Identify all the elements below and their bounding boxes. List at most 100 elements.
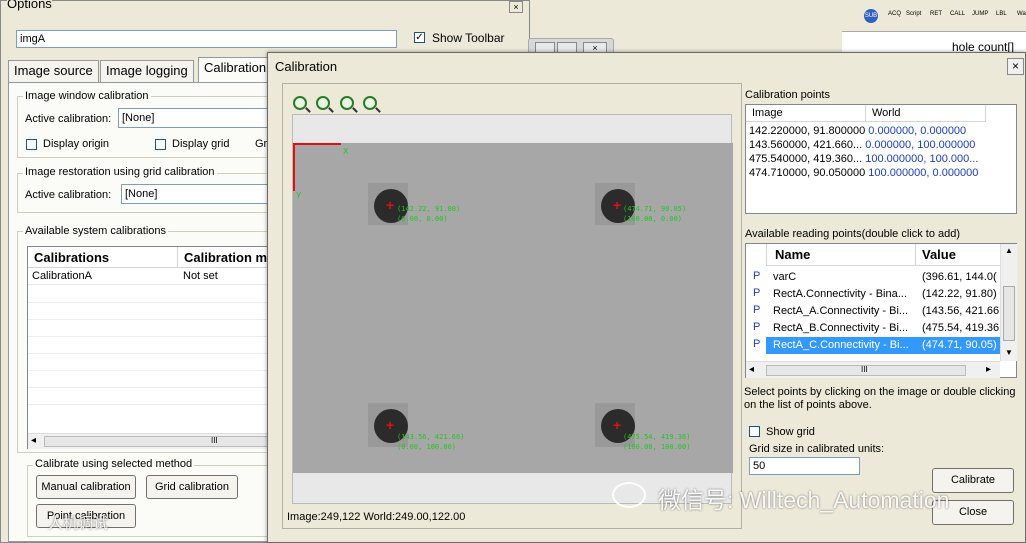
manual-calibration-button[interactable]: Manual calibration — [36, 475, 136, 499]
scroll-thumb[interactable] — [44, 436, 294, 447]
asc-title: Available system calibrations — [23, 225, 169, 237]
row-line — [28, 387, 298, 388]
toolbar-label[interactable]: RET — [930, 11, 942, 17]
options-close-icon[interactable]: × — [509, 1, 523, 13]
reading-name: varC — [773, 271, 797, 283]
row-line — [28, 336, 298, 337]
reading-points-list[interactable]: Name Value P varC (396.61, 144.0( P Rect… — [745, 243, 1017, 378]
status-text: Image:249,122 World:249.00,122.00 — [287, 511, 466, 523]
zoom-out-icon[interactable] — [293, 96, 307, 110]
row-line — [28, 319, 298, 320]
reading-name: RectA_B.Connectivity - Bi... — [773, 322, 909, 334]
tab-image-source[interactable]: Image source — [8, 60, 99, 82]
col-header-value[interactable]: Value — [916, 244, 1000, 266]
vertical-scrollbar[interactable]: ▲ ▼ — [1000, 244, 1017, 361]
zoom-fit-icon[interactable] — [316, 96, 330, 110]
toolbar-label[interactable]: SUB — [864, 9, 878, 23]
col-header-image[interactable]: Image — [746, 105, 866, 122]
zoom-actual-icon[interactable] — [363, 96, 377, 110]
irg-title: Image restoration using grid calibration — [23, 166, 217, 178]
reading-value: (142.22, 91.80) — [922, 288, 997, 300]
col-header-calibrations[interactable]: Calibrations — [28, 247, 178, 268]
x-axis-label: X — [343, 147, 349, 156]
col-header-world[interactable]: World — [866, 105, 986, 122]
point-label: (0.00, 0.00) — [397, 215, 448, 223]
calibration-title: Calibration — [275, 59, 338, 74]
row-line — [28, 302, 298, 303]
bottom-left-watermark: 人机调试 — [48, 515, 109, 532]
point-label: (100.00, 100.00) — [623, 443, 691, 451]
list-item[interactable]: P RectA_B.Connectivity - Bi... (475.54, … — [746, 320, 1000, 337]
scroll-thumb[interactable] — [1003, 286, 1015, 341]
point-label: (474.71, 90.05) — [623, 205, 687, 213]
grid-size-input[interactable]: 50 — [749, 457, 860, 475]
image-name-input[interactable]: imgA — [16, 30, 397, 48]
reading-name: RectA.Connectivity - Bina... — [773, 288, 907, 300]
toolbar-label[interactable]: Script — [906, 11, 921, 17]
point-label: (475.54, 419.36) — [623, 433, 691, 441]
toolbar-label[interactable]: CALL — [950, 11, 965, 17]
point-world: 100.000000, 100.000... — [865, 153, 979, 165]
point-world: 100.000000, 0.000000 — [868, 167, 979, 179]
tab-calibration[interactable]: Calibration — [198, 57, 273, 83]
scroll-up-icon[interactable]: ▲ — [1005, 246, 1013, 255]
points-rows: 142.220000, 91.800000 0.000000, 0.000000… — [749, 125, 1015, 181]
table-row[interactable]: CalibrationA Not set — [28, 268, 298, 285]
show-toolbar-label: Show Toolbar — [432, 31, 505, 45]
point-image: 475.540000, 419.360... — [749, 153, 863, 165]
reading-points-label: Available reading points(double click to… — [745, 228, 961, 240]
scroll-left-icon[interactable]: ◂ — [749, 364, 754, 375]
table-row[interactable]: 474.710000, 90.050000 100.000000, 0.0000… — [749, 167, 1015, 181]
camera-image[interactable]: X Y + (142.22, 91.80) (0.00, 0.00) + (47… — [293, 143, 733, 473]
toolbar-label[interactable]: Wa — [1017, 11, 1026, 17]
crosshair-icon: + — [613, 197, 622, 213]
row-calibration-status: Not set — [183, 270, 218, 282]
calibration-points-list[interactable]: Image World 142.220000, 91.800000 0.0000… — [745, 104, 1017, 214]
calibration-points-label: Calibration points — [745, 89, 830, 101]
display-grid-label: Display grid — [172, 138, 230, 150]
scroll-down-icon[interactable]: ▼ — [1005, 348, 1013, 357]
wechat-icon — [612, 482, 646, 508]
crosshair-icon: + — [613, 417, 622, 433]
zoom-in-icon[interactable] — [340, 96, 354, 110]
grid-calibration-button[interactable]: Grid calibration — [146, 475, 238, 499]
list-item[interactable]: P varC (396.61, 144.0( — [746, 269, 1000, 286]
p-icon: P — [753, 270, 761, 282]
table-row[interactable]: 142.220000, 91.800000 0.000000, 0.000000 — [749, 125, 1015, 139]
background-app: SUB ACQ Script RET CALL JUMP LBL Wa hole… — [842, 0, 1026, 60]
iwc-title: Image window calibration — [23, 90, 151, 102]
image-canvas[interactable]: X Y + (142.22, 91.80) (0.00, 0.00) + (47… — [292, 114, 733, 504]
table-row[interactable]: 143.560000, 421.660... 0.000000, 100.000… — [749, 139, 1015, 153]
reading-value: (475.54, 419.36 — [922, 322, 1000, 334]
help-text: Select points by clicking on the image o… — [744, 386, 1016, 411]
tab-image-logging[interactable]: Image logging — [100, 60, 194, 82]
list-item[interactable]: P RectA_C.Connectivity - Bi... (474.71, … — [746, 337, 1000, 354]
show-grid-checkbox[interactable] — [749, 426, 760, 437]
grid-size-label: Grid size in calibrated units: — [749, 443, 885, 455]
calibrations-list[interactable]: Calibrations Calibration m CalibrationA … — [27, 246, 298, 449]
col-header-name[interactable]: Name — [766, 244, 916, 266]
reading-name: RectA_C.Connectivity - Bi... — [773, 339, 909, 351]
calibration-close-icon[interactable]: × — [1007, 58, 1024, 75]
image-panel: X Y + (142.22, 91.80) (0.00, 0.00) + (47… — [282, 83, 742, 529]
scroll-right-icon[interactable]: ▸ — [986, 364, 991, 375]
display-origin-checkbox[interactable] — [26, 139, 37, 150]
toolbar-label[interactable]: JUMP — [972, 11, 988, 17]
active-calibration-label-2: Active calibration: — [25, 189, 112, 201]
toolbar-label[interactable]: LBL — [996, 11, 1007, 17]
display-grid-checkbox[interactable] — [155, 139, 166, 150]
list-item[interactable]: P RectA.Connectivity - Bina... (142.22, … — [746, 286, 1000, 303]
row-calibration-name: CalibrationA — [32, 270, 92, 282]
table-row[interactable]: 475.540000, 419.360... 100.000000, 100.0… — [749, 153, 1015, 167]
horizontal-scrollbar[interactable]: ◂ III — [28, 433, 298, 449]
y-axis-label: Y — [296, 191, 302, 200]
list-item[interactable]: P RectA_A.Connectivity - Bi... (143.56, … — [746, 303, 1000, 320]
scroll-left-icon[interactable]: ◂ — [31, 435, 36, 446]
point-label: (142.22, 91.80) — [397, 205, 461, 213]
active-calibration-select[interactable]: [None] — [118, 108, 278, 128]
active-calibration-select-2[interactable]: [None] — [121, 184, 281, 204]
toolbar-label[interactable]: ACQ — [888, 11, 901, 17]
horizontal-scrollbar[interactable]: ◂ III ▸ — [746, 361, 1000, 378]
row-line — [28, 404, 298, 405]
show-toolbar-checkbox[interactable]: ✓ — [414, 32, 425, 43]
